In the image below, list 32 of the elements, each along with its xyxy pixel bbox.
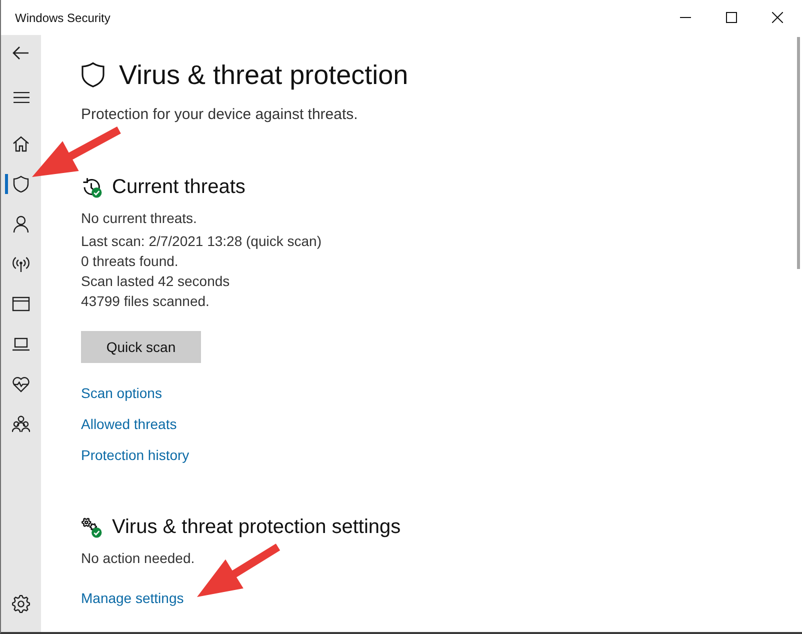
section-title: Current threats bbox=[112, 175, 246, 200]
status-text: No action needed. bbox=[81, 549, 195, 568]
scan-button[interactable]: Quick scan bbox=[81, 331, 201, 363]
people-icon bbox=[12, 415, 30, 433]
detail-text: Scan lasted 42 seconds bbox=[81, 272, 230, 291]
page-subtitle: Protection for your device against threats. bbox=[81, 105, 358, 125]
window-title: Windows Security bbox=[15, 10, 112, 24]
home-icon bbox=[12, 135, 30, 153]
shield-icon bbox=[81, 62, 105, 88]
heart-pulse-icon bbox=[12, 375, 30, 393]
menu-icon bbox=[12, 92, 30, 102]
link[interactable]: Allowed threats bbox=[81, 414, 177, 434]
status-text: No current threats. bbox=[81, 209, 197, 228]
minimize-icon bbox=[680, 17, 690, 18]
person-icon bbox=[12, 215, 30, 233]
window-icon bbox=[12, 295, 30, 313]
detail-text: Last scan: 2/7/2021 13:28 (quick scan) bbox=[81, 232, 322, 251]
detail-text: 0 threats found. bbox=[81, 252, 178, 271]
laptop-icon bbox=[12, 335, 30, 353]
antenna-icon bbox=[12, 255, 30, 273]
link[interactable]: Protection history bbox=[81, 445, 190, 465]
section-title: Virus & threat protection settings bbox=[112, 515, 401, 540]
close-icon bbox=[772, 12, 782, 23]
maximize-icon bbox=[726, 12, 736, 23]
link[interactable]: Manage settings bbox=[81, 588, 184, 608]
back-arrow-icon bbox=[12, 46, 30, 60]
settings-icon bbox=[12, 595, 30, 613]
page-title: Virus & threat protection bbox=[119, 59, 408, 92]
detail-text: 43799 files scanned. bbox=[81, 292, 210, 311]
scrollbar-thumb[interactable] bbox=[797, 37, 800, 269]
shield-icon bbox=[12, 175, 30, 193]
link[interactable]: Scan options bbox=[81, 383, 162, 403]
